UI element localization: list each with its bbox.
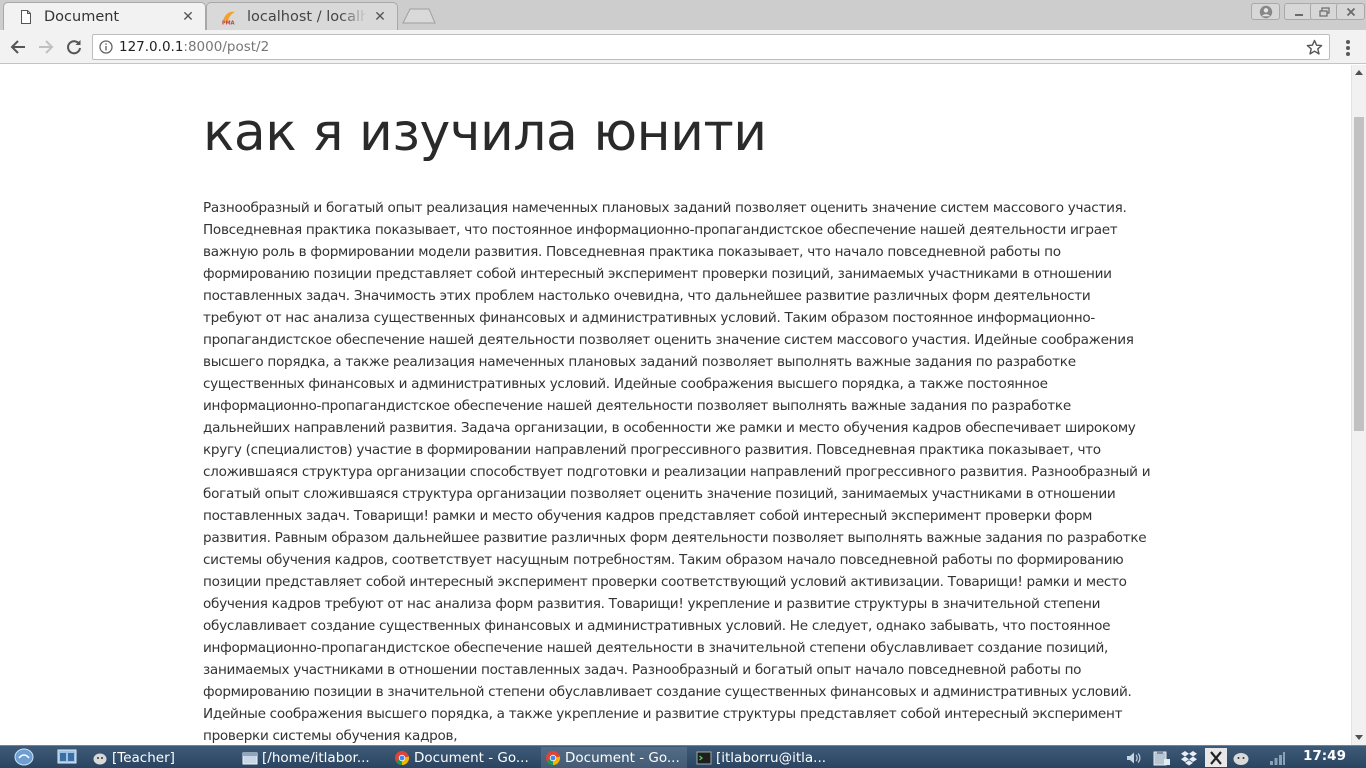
- taskbar-item-terminal[interactable]: [itlaborru@itla...: [692, 747, 837, 768]
- url-path: :8000/post/2: [183, 39, 270, 55]
- task-label: Document - Go...: [565, 749, 680, 766]
- info-icon[interactable]: [93, 35, 119, 59]
- scroll-up-arrow-icon[interactable]: [1355, 70, 1363, 75]
- tab-title: localhost / localhost: [247, 8, 367, 25]
- show-desktop-button[interactable]: [56, 748, 78, 767]
- taskbar-item-teacher[interactable]: [Teacher]: [88, 747, 233, 768]
- close-icon[interactable]: ✕: [181, 10, 195, 24]
- minimize-button[interactable]: [1284, 3, 1313, 20]
- scroll-thumb[interactable]: [1354, 117, 1364, 431]
- chrome-icon: [395, 750, 410, 765]
- restore-button[interactable]: [1310, 3, 1339, 20]
- arrow-right-icon: [39, 40, 54, 54]
- keyboard-layout-icon[interactable]: [1205, 748, 1227, 767]
- close-icon[interactable]: ✕: [373, 10, 387, 24]
- forward-button[interactable]: [34, 35, 58, 59]
- back-button[interactable]: [6, 35, 30, 59]
- network-signal-icon[interactable]: [1266, 748, 1288, 767]
- phpmyadmin-icon: PMA: [222, 11, 235, 25]
- browser-menu-button[interactable]: [1340, 39, 1356, 57]
- tab-title: Document: [44, 8, 120, 25]
- url-host: 127.0.0.1: [119, 39, 184, 55]
- task-label: [/home/itlabor...: [262, 749, 370, 766]
- terminal-icon: [696, 751, 712, 764]
- svg-text:PMA: PMA: [222, 20, 235, 25]
- restore-icon: [1319, 6, 1330, 17]
- tab-strip: Document ✕ PMA localhost / localhost ✕: [0, 0, 1366, 30]
- desktop-icon: [57, 749, 77, 764]
- pidgin-icon: [93, 753, 107, 764]
- taskbar: [Teacher] [/home/itlabor... Document - G…: [0, 745, 1366, 768]
- scroll-down-arrow-icon[interactable]: [1355, 735, 1363, 740]
- page-viewport: как я изучила юнити Разнообразный и бога…: [0, 65, 1351, 745]
- close-window-button[interactable]: [1336, 3, 1365, 20]
- clock[interactable]: 17:49: [1303, 748, 1346, 764]
- post-title: как я изучила юнити: [203, 103, 767, 163]
- minimize-icon: [1294, 13, 1303, 16]
- task-label: [Teacher]: [112, 749, 175, 766]
- dot: [1346, 40, 1350, 44]
- bookmark-star-icon[interactable]: [1306, 39, 1323, 56]
- reload-icon: [67, 40, 81, 55]
- task-label: Document - Go...: [414, 749, 529, 766]
- tab-document[interactable]: Document ✕: [3, 2, 206, 30]
- start-logo-icon: [14, 748, 34, 766]
- folder-icon: [242, 752, 258, 764]
- arrow-left-icon: [10, 40, 25, 54]
- tab-localhost[interactable]: PMA localhost / localhost ✕: [206, 2, 398, 30]
- dot: [1346, 52, 1350, 56]
- close-icon: [1346, 7, 1355, 16]
- dropbox-icon[interactable]: [1178, 748, 1200, 767]
- post-body: Разнообразный и богатый опыт реализация …: [203, 200, 1151, 744]
- chrome-icon: [546, 750, 561, 765]
- volume-icon[interactable]: [1124, 748, 1144, 767]
- pidgin-tray-icon[interactable]: [1230, 748, 1252, 767]
- reload-button[interactable]: [62, 35, 86, 59]
- vertical-scrollbar[interactable]: [1351, 65, 1366, 745]
- page-icon: [21, 9, 31, 24]
- clipboard-icon[interactable]: [1149, 748, 1173, 767]
- start-menu-button[interactable]: [4, 746, 44, 768]
- new-tab-button[interactable]: [402, 8, 436, 24]
- person-icon: [1259, 5, 1272, 18]
- task-label: [itlaborru@itla...: [716, 749, 827, 766]
- profile-button[interactable]: [1251, 3, 1280, 20]
- browser-toolbar: 127.0.0.1:8000/post/2: [0, 30, 1366, 64]
- address-bar[interactable]: 127.0.0.1:8000/post/2: [92, 34, 1330, 60]
- taskbar-item-chrome-2[interactable]: Document - Go...: [541, 747, 687, 768]
- taskbar-item-chrome-1[interactable]: Document - Go...: [390, 747, 536, 768]
- taskbar-item-file-manager[interactable]: [/home/itlabor...: [238, 747, 384, 768]
- url-text: 127.0.0.1:8000/post/2: [119, 39, 269, 55]
- dot: [1346, 46, 1350, 50]
